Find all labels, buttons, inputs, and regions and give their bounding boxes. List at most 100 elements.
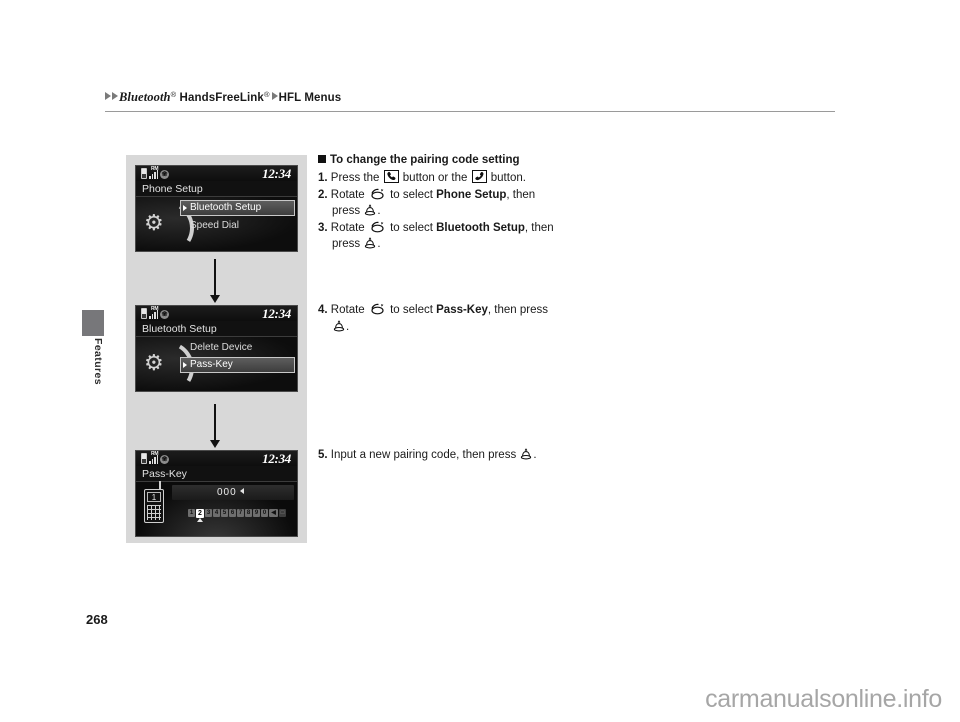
roaming-indicator: RM — [151, 306, 159, 312]
step-number: 2. — [318, 188, 328, 201]
step-text: Rotate — [330, 188, 365, 201]
battery-icon — [141, 453, 147, 464]
step-text: to select — [390, 221, 433, 234]
step-text: , then press — [487, 304, 549, 316]
step-text: Rotate — [330, 304, 365, 316]
breadcrumb-feature: HandsFreeLink — [179, 92, 264, 104]
rotate-knob-icon — [370, 221, 385, 233]
page-number: 268 — [86, 612, 108, 627]
keypad-key-3[interactable]: 3 — [205, 509, 212, 517]
step-text: . — [346, 320, 350, 333]
status-bar: RM ❀ 12:34 — [136, 166, 297, 181]
instruction-step-2: 2. Rotate to select Phone Setup, then pr… — [318, 187, 608, 220]
step-text: . — [533, 449, 537, 461]
status-bar: RM ❀ 12:34 — [136, 451, 297, 466]
header-divider — [105, 111, 835, 112]
keypad-key-9[interactable]: 9 — [253, 509, 260, 517]
screen-body: 1 000 1 2 3 4 5 6 7 8 9 0 ◀ □ — [136, 481, 297, 536]
screen-title: Bluetooth Setup — [136, 321, 297, 337]
instruction-step-4: 4. Rotate to select Pass-Key, then press… — [318, 302, 608, 335]
press-knob-icon — [520, 448, 532, 460]
clock: 12:34 — [262, 166, 291, 181]
battery-icon — [141, 168, 147, 179]
keypad-enter-icon[interactable]: □ — [279, 509, 286, 517]
pass-key-input[interactable]: 000 — [172, 485, 294, 500]
keypad-key-2[interactable]: 2 — [196, 508, 204, 518]
cursor-caret-icon — [239, 488, 244, 494]
phone-call-button-icon — [383, 170, 399, 183]
keypad-key-1[interactable]: 1 — [188, 509, 195, 517]
instruction-heading: To change the pairing code setting — [318, 152, 608, 168]
breadcrumb-product-mark: ® — [170, 90, 177, 99]
keypad-key-5[interactable]: 5 — [221, 509, 228, 517]
rotate-knob-icon — [370, 188, 385, 200]
step-number: 4. — [318, 304, 328, 316]
screen-title: Phone Setup — [136, 181, 297, 197]
flow-arrow-icon — [210, 259, 220, 303]
step-number: 3. — [318, 221, 328, 234]
step-text: . — [377, 238, 381, 250]
bluetooth-icon: ❀ — [160, 310, 169, 319]
pass-key-value: 000 — [216, 487, 237, 498]
menu-item-bluetooth-setup[interactable]: Bluetooth Setup — [180, 200, 295, 216]
menu-list: Delete Device Pass-Key — [180, 340, 295, 373]
menu-item-speed-dial[interactable]: Speed Dial — [180, 218, 295, 233]
cellphone-screen-digit: 1 — [147, 492, 161, 502]
step-text: . — [377, 205, 381, 217]
cellphone-icon: 1 — [144, 481, 164, 523]
press-knob-icon — [333, 319, 345, 332]
keypad-key-6[interactable]: 6 — [229, 509, 236, 517]
screen-flow-figure: RM ❀ 12:34 Phone Setup ⚙ Bluetooth Setup… — [126, 155, 307, 543]
step-text: button or the — [402, 172, 468, 184]
clock: 12:34 — [262, 306, 291, 321]
status-bar-icons: RM ❀ — [141, 166, 169, 179]
flow-arrow-icon — [210, 404, 220, 448]
keypad-backspace-icon[interactable]: ◀ — [269, 509, 278, 517]
keypad-key-0[interactable]: 0 — [261, 509, 268, 517]
keypad-key-4[interactable]: 4 — [213, 509, 220, 517]
step-number: 5. — [318, 449, 328, 461]
status-bar-icons: RM ❀ — [141, 452, 169, 464]
roaming-indicator: RM — [151, 166, 159, 172]
chapter-tab-label: Features — [92, 338, 104, 385]
status-bar-icons: RM ❀ — [141, 306, 169, 319]
step-text: press — [332, 205, 361, 217]
status-bar: RM ❀ 12:34 — [136, 306, 297, 321]
breadcrumb-feature-mark: ® — [263, 90, 270, 99]
menu-list: Bluetooth Setup Speed Dial — [180, 200, 295, 233]
keypad-key-7[interactable]: 7 — [237, 509, 244, 517]
clock: 12:34 — [262, 451, 291, 466]
step-text: to select — [390, 188, 433, 201]
keypad-selection-marker-icon — [197, 518, 203, 522]
display-screen-pass-key: RM ❀ 12:34 Pass-Key 1 000 1 2 3 4 5 6 7 … — [135, 450, 298, 537]
menu-item-pass-key[interactable]: Pass-Key — [180, 357, 295, 373]
signal-strength-icon: RM — [149, 306, 159, 319]
display-screen-bluetooth-setup: RM ❀ 12:34 Bluetooth Setup ⚙ Delete Devi… — [135, 305, 298, 392]
breadcrumb-arrow-icon — [105, 92, 111, 100]
keypad-key-8[interactable]: 8 — [245, 509, 252, 517]
bluetooth-icon: ❀ — [160, 455, 169, 464]
menu-item-delete-device[interactable]: Delete Device — [180, 340, 295, 355]
breadcrumb-arrow-icon — [271, 92, 278, 100]
step-target: Bluetooth Setup — [436, 221, 525, 234]
rotate-knob-icon — [370, 303, 385, 315]
step-text: Input a new pairing code, then press — [330, 449, 517, 461]
instruction-step-3: 3. Rotate to select Bluetooth Setup, the… — [318, 220, 608, 253]
screen-title: Pass-Key — [136, 466, 297, 482]
step-text: Press the — [330, 172, 380, 184]
onscreen-keypad: 1 2 3 4 5 6 7 8 9 0 ◀ □ — [188, 508, 286, 518]
breadcrumb-section: HFL Menus — [278, 92, 342, 104]
step-text: , then — [524, 221, 554, 234]
battery-icon — [141, 308, 147, 319]
step-number: 1. — [318, 172, 328, 184]
press-knob-icon — [364, 204, 376, 216]
phone-hangup-button-icon — [471, 170, 487, 183]
screen-body: ⚙ Bluetooth Setup Speed Dial — [136, 195, 297, 251]
bluetooth-icon: ❀ — [160, 170, 169, 179]
instruction-heading-text: To change the pairing code setting — [330, 154, 520, 166]
step-text: button. — [490, 172, 526, 184]
breadcrumb-arrow-icon — [112, 92, 118, 100]
step-target: Pass-Key — [436, 304, 488, 316]
screen-body: ⚙ Delete Device Pass-Key — [136, 335, 297, 391]
step-text: to select — [390, 304, 433, 316]
